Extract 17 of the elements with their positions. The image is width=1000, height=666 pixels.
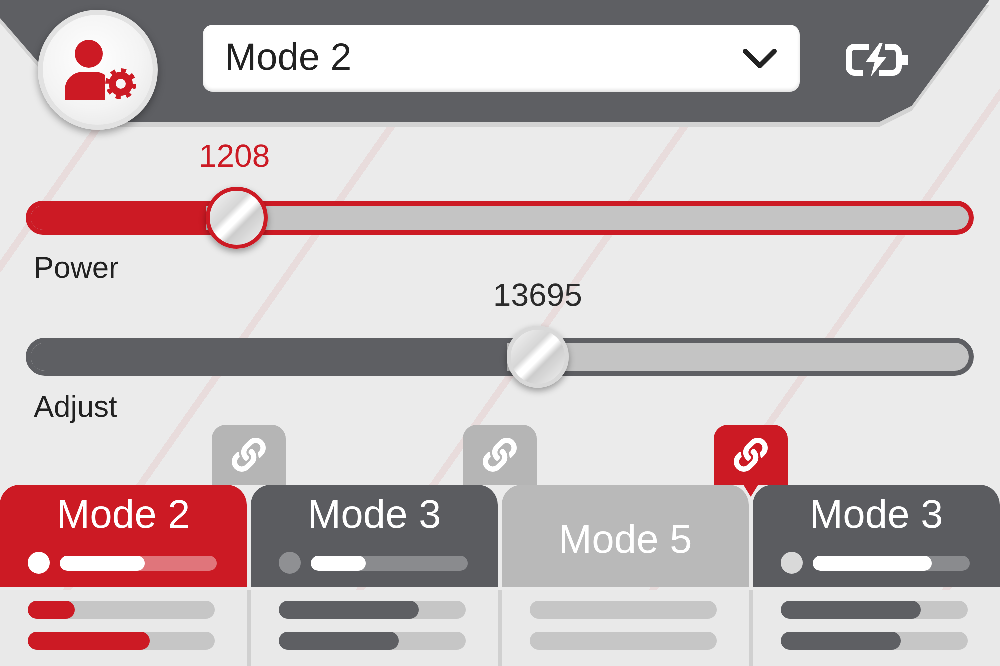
slider-value: 13695 — [493, 279, 582, 311]
chain-link-icon — [232, 438, 266, 472]
chain-link-icon — [734, 438, 768, 472]
slider-thumb[interactable] — [206, 187, 268, 249]
link-toggle[interactable] — [212, 425, 286, 485]
mode-tab[interactable]: Mode 2 — [0, 485, 247, 587]
chevron-down-icon — [742, 48, 778, 70]
slider-label: Adjust — [33, 392, 118, 424]
mode-dropdown[interactable]: Mode 2 — [203, 25, 800, 92]
mode-tab[interactable]: Mode 3 — [251, 485, 498, 587]
mode-tab[interactable]: Mode 3 — [753, 485, 1000, 587]
slider-label: Power — [33, 253, 120, 285]
slider-value: 1208 — [198, 140, 270, 172]
link-toggle[interactable] — [463, 425, 537, 485]
user-gear-icon — [65, 40, 137, 100]
chain-link-icon — [483, 438, 517, 472]
battery-charging-icon — [845, 42, 909, 78]
